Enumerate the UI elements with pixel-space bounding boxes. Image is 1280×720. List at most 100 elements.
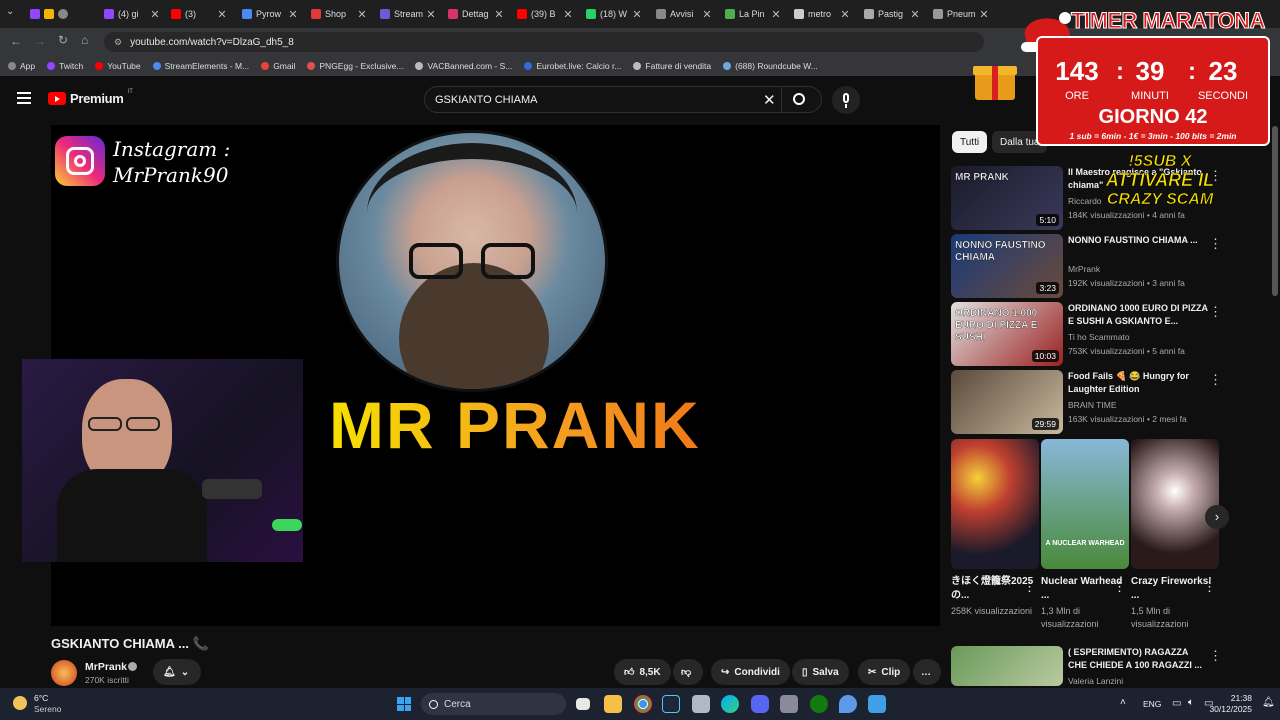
clock-time[interactable]: 21:38 [1230,693,1252,703]
close-tab-icon[interactable]: ✕ [148,8,162,21]
close-tab-icon[interactable]: ✕ [561,8,575,21]
share-button[interactable]: ↪ Condividi [711,659,790,685]
browser-tab[interactable]: (18) W ✕ [580,4,644,24]
browser-tab[interactable]: Stream ✕ [374,4,438,24]
notifications-icon[interactable]: 🔔︎ [1262,697,1275,708]
bookmark-item[interactable]: Eurobet.live: Calcio r... [524,61,621,71]
more-options-icon[interactable]: ⋮ [1209,304,1222,320]
calculator-icon[interactable] [780,695,798,713]
app-icon[interactable] [692,695,710,713]
close-tab-icon[interactable]: ✕ [424,8,438,21]
tray-chevron-icon[interactable]: ˄ [1120,697,1126,708]
search-input[interactable]: GSKIANTO CHIAMA ✕ [424,86,822,113]
recommendation-item[interactable]: NONNO FAUSTINO CHIAMA 3:23 NONNO FAUSTINO … [951,234,1271,298]
voice-search-icon[interactable] [832,86,860,114]
browser-tab[interactable]: (39) B ✕ [511,4,575,24]
more-options-icon[interactable]: ⋮ [1209,236,1222,252]
windows-start-icon[interactable] [397,697,411,711]
more-options-icon[interactable]: ⋮ [1023,579,1036,595]
bookmark-item[interactable]: Fatture di vendita [633,61,711,71]
search-icon[interactable] [793,93,805,105]
more-options-icon[interactable]: ⋮ [1203,579,1216,595]
youtube-premium-logo[interactable]: Premium IT [48,89,133,106]
chrome-icon[interactable] [634,695,652,713]
bookmark-item[interactable]: YouTube [95,61,141,71]
bookmark-item[interactable]: (688) Roundcube W... [723,61,818,71]
recommendation-item[interactable]: ORDINANO 1.000 EURO DI PIZZA E SUSHI 10:0… [951,302,1271,366]
close-tab-icon[interactable]: ✕ [908,8,922,21]
close-tab-icon[interactable]: ✕ [492,8,506,21]
browser-tab[interactable]: Shop ✕ [305,4,369,24]
browser-tab[interactable]: Avvisi ✕ [650,4,714,24]
more-options-icon[interactable]: ⋮ [1209,372,1222,388]
browser-tab[interactable]: La Pin ✕ [719,4,783,24]
home-icon[interactable]: ⌂ [81,33,88,47]
bookmark-item[interactable]: PNGEgg - Exclusive... [307,61,403,71]
bookmark-item[interactable]: VACBanned.com - S... [415,61,512,71]
video-meta: 163K visualizzazioni • 2 mesi fa [1068,414,1187,424]
page-scrollbar[interactable] [1272,126,1278,296]
close-tab-icon[interactable]: ✕ [700,8,714,21]
file-explorer-icon[interactable] [604,695,622,713]
tab-search-chevron-icon[interactable]: ⌄ [6,6,14,17]
discord-icon[interactable] [751,695,769,713]
short-item[interactable]: A NUCLEAR WARHEAD Nuclear Warhead ... 1,3 … [1041,439,1129,631]
notifications-button[interactable]: 🔔︎ ⌄ [153,659,201,685]
channel-avatar[interactable] [51,660,77,686]
forward-icon[interactable]: → [34,34,46,48]
channel-name[interactable]: MrPrank [85,661,127,673]
taskbar-search[interactable]: Cerca [421,693,566,715]
like-button[interactable]: 👍︎ 8,5K [614,659,671,685]
shorts-next-button[interactable]: › [1205,505,1229,529]
verified-icon [128,662,137,671]
browser-tab[interactable]: metro ✕ [788,4,852,24]
bookmark-label: Gmail [273,61,296,71]
network-icon[interactable]: ▭ [1172,698,1181,709]
browser-tab[interactable]: Pneum ✕ [927,4,991,24]
close-tab-icon[interactable]: ✕ [286,8,300,21]
site-info-icon[interactable]: ⚙ [114,37,122,48]
browser-tab[interactable]: (4) gi ✕ [98,4,162,24]
weather-temp[interactable]: 6°C [34,693,48,703]
menu-icon[interactable] [17,92,31,104]
short-item[interactable]: Crazy Fireworks! ... 1,5 Mln di visualizz… [1131,439,1219,631]
bookmark-item[interactable]: App [8,61,35,71]
language-indicator[interactable]: ENG [1143,699,1161,709]
dislike-button[interactable]: 👎︎ [673,659,703,685]
droplet-icon[interactable] [839,695,857,713]
thumbs-up-icon: 👍︎ [624,667,635,678]
bookmark-item[interactable]: StreamElements - M... [152,61,249,71]
clear-search-icon[interactable]: ✕ [763,91,776,109]
more-options-icon[interactable]: ⋮ [1113,579,1126,595]
clip-button[interactable]: ✂ Clip [858,659,911,685]
short-item[interactable]: きほく燈籠祭2025の... 258K visualizzazioni ⋮ [951,439,1039,618]
recommendation-item[interactable]: 29:59 Food Fails 🍕 😂 Hungry for Laughter … [951,370,1271,434]
close-tab-icon[interactable]: ✕ [215,8,229,21]
back-icon[interactable]: ← [10,34,22,48]
document-icon[interactable] [868,695,886,713]
reload-icon[interactable]: ↻ [58,33,68,47]
close-tab-icon[interactable]: ✕ [838,8,852,21]
close-tab-icon[interactable]: ✕ [977,8,991,21]
browser-tab[interactable]: Pastig ✕ [858,4,922,24]
close-tab-icon[interactable]: ✕ [355,8,369,21]
browser-tab[interactable]: Pyrow ✕ [236,4,300,24]
save-button[interactable]: ▯ Salva [792,659,849,685]
xbox-icon[interactable] [810,695,828,713]
task-view-icon[interactable] [576,698,590,710]
tab-title: (4) gi [118,9,139,19]
browser-tab[interactable]: (3) ✕ [165,4,229,24]
steam-icon[interactable] [662,695,680,713]
more-actions-button[interactable]: … [913,659,941,685]
address-field[interactable]: ⚙ youtube.com/watch?v=DlzaG_dh5_8 [104,32,984,52]
edge-icon[interactable] [721,695,739,713]
pinned-tab-group[interactable] [30,6,80,22]
chip-all[interactable]: Tutti [952,131,988,153]
browser-tab[interactable]: Dettag ✕ [442,4,506,24]
close-tab-icon[interactable]: ✕ [630,8,644,21]
volume-icon[interactable]: 🔈︎ [1188,697,1194,708]
bookmark-item[interactable]: Twitch [47,61,83,71]
close-tab-icon[interactable]: ✕ [769,8,783,21]
more-options-icon[interactable]: ⋮ [1209,648,1222,664]
bookmark-item[interactable]: Gmail [261,61,295,71]
